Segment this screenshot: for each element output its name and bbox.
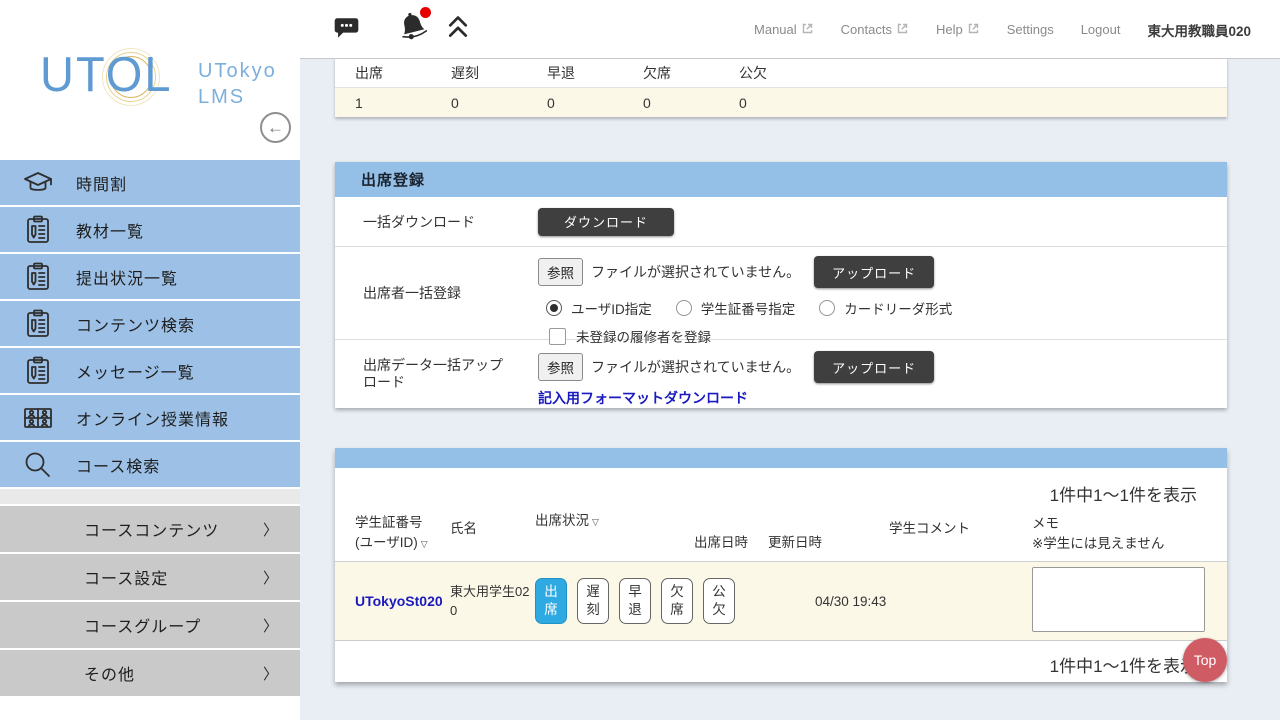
graduation-cap-icon: [0, 167, 76, 199]
column-header-student-id[interactable]: 学生証番号 (ユーザID)▽: [355, 513, 428, 554]
sidebar: UTOL UTokyo LMS ← 時間割 教材一覧 提出状況一覧 コンテンツ検…: [0, 0, 300, 720]
people-grid-icon: [0, 402, 76, 434]
result-count-text: 1件中1〜1件を表示: [1050, 481, 1197, 506]
summary-col-header: 公欠: [739, 63, 835, 83]
double-chevron-up-icon[interactable]: [446, 14, 470, 45]
download-button[interactable]: ダウンロード: [538, 208, 674, 236]
top-bar: Manual Contacts Help Settings Logout 東大用…: [300, 0, 1280, 59]
table-row: UTokyoSt020 東大用学生020 出席 遅刻 早退 欠席 公欠 04/3…: [335, 562, 1227, 640]
clipboard-icon: [0, 261, 76, 293]
summary-value: 1: [355, 95, 451, 111]
radio-button-icon: [546, 300, 562, 316]
clipboard-icon: [0, 355, 76, 387]
status-btn-2[interactable]: 早退: [619, 578, 651, 624]
clipboard-icon: [0, 214, 76, 246]
chevron-right-icon: 〉: [263, 663, 278, 684]
upload-button[interactable]: アップロード: [814, 256, 934, 288]
sidebar-divider: [0, 489, 300, 506]
status-button-group: 出席 遅刻 早退 欠席 公欠: [535, 578, 735, 624]
sidebar-item-course-contents[interactable]: コースコンテンツ 〉: [0, 506, 300, 554]
no-file-selected-text: ファイルが選択されていません。: [591, 262, 800, 282]
sidebar-item-materials[interactable]: 教材一覧: [0, 207, 300, 254]
sidebar-item-content-search[interactable]: コンテンツ検索: [0, 301, 300, 348]
format-download-link[interactable]: 記入用フォーマットダウンロード: [538, 388, 748, 408]
sort-icon: ▽: [592, 517, 599, 527]
table-title-bar: [335, 448, 1227, 468]
status-btn-1[interactable]: 遅刻: [577, 578, 609, 624]
sidebar-item-course-group[interactable]: コースグループ 〉: [0, 602, 300, 650]
back-arrow-icon: ←: [267, 118, 284, 138]
column-header-name: 氏名: [450, 519, 477, 539]
no-file-selected-text: ファイルが選択されていません。: [591, 357, 800, 377]
browse-button[interactable]: 参照: [538, 258, 583, 286]
radio-1[interactable]: 学生証番号指定: [676, 298, 796, 318]
search-icon: [0, 449, 76, 481]
utol-logo: UTOL: [40, 45, 173, 103]
upload-button[interactable]: アップロード: [814, 351, 934, 383]
attendee-bulk-register-label: 出席者一括登録: [335, 247, 538, 339]
chevron-right-icon: 〉: [263, 519, 278, 540]
summary-col-header: 欠席: [643, 63, 739, 83]
sidebar-item-others[interactable]: その他 〉: [0, 650, 300, 698]
radio-button-icon: [819, 300, 835, 316]
settings-link[interactable]: Settings: [1007, 22, 1054, 37]
summary-col-header: 出席: [355, 63, 451, 83]
sidebar-item-timetable[interactable]: 時間割: [0, 160, 300, 207]
sidebar-collapse-button[interactable]: ←: [260, 112, 291, 143]
result-count-text-bottom: 1件中1〜1件を表示: [1050, 652, 1197, 677]
clipboard-icon: [0, 308, 76, 340]
column-header-updated-time: 更新日時: [768, 533, 822, 553]
panel-title: 出席登録: [335, 162, 1227, 197]
logout-link[interactable]: Logout: [1081, 22, 1121, 37]
contacts-link[interactable]: Contacts: [841, 22, 909, 38]
sidebar-item-messages[interactable]: メッセージ一覧: [0, 348, 300, 395]
summary-col-header: 早退: [547, 63, 643, 83]
attendance-registration-panel: 出席登録 一括ダウンロード ダウンロード 出席者一括登録 参照 ファイルが選択さ…: [335, 162, 1227, 408]
utol-logo-subtitle: UTokyo LMS: [198, 58, 277, 110]
external-link-icon: [967, 22, 980, 38]
status-btn-0[interactable]: 出席: [535, 578, 567, 624]
attendance-summary-table: 出席 遅刻 早退 欠席 公欠 1 0 0 0 0: [335, 57, 1227, 117]
student-attendance-table: 1件中1〜1件を表示 学生証番号 (ユーザID)▽ 氏名 出席状況▽ 出席日時 …: [335, 448, 1227, 682]
column-header-student-comment: 学生コメント: [889, 519, 970, 539]
summary-col-header: 遅刻: [451, 63, 547, 83]
summary-value: 0: [739, 95, 835, 111]
student-id-link[interactable]: UTokyoSt020: [355, 593, 443, 609]
student-name: 東大用学生020: [450, 583, 534, 621]
manual-link[interactable]: Manual: [754, 22, 814, 38]
notification-dot: [420, 7, 431, 18]
scroll-to-top-button[interactable]: Top: [1183, 638, 1227, 682]
summary-value: 0: [643, 95, 739, 111]
bulk-download-label: 一括ダウンロード: [335, 212, 538, 232]
summary-value: 0: [451, 95, 547, 111]
sidebar-item-course-settings[interactable]: コース設定 〉: [0, 554, 300, 602]
status-btn-4[interactable]: 公欠: [703, 578, 735, 624]
notifications-bell-icon[interactable]: [396, 10, 430, 49]
attendance-timestamp: 04/30 19:43: [815, 594, 886, 609]
external-link-icon: [896, 22, 909, 38]
radio-0[interactable]: ユーザID指定: [546, 298, 652, 318]
status-btn-3[interactable]: 欠席: [661, 578, 693, 624]
memo-textarea[interactable]: [1032, 567, 1205, 632]
chevron-right-icon: 〉: [263, 567, 278, 588]
chat-icon[interactable]: [333, 14, 360, 46]
external-link-icon: [801, 22, 814, 38]
radio-2[interactable]: カードリーダ形式: [819, 298, 952, 318]
help-link[interactable]: Help: [936, 22, 980, 38]
attendance-data-upload-label: 出席データ一括アップロード: [335, 340, 538, 408]
column-header-status[interactable]: 出席状況▽: [535, 511, 599, 531]
column-header-memo: メモ ※学生には見えません: [1032, 514, 1164, 555]
sidebar-item-course-search[interactable]: コース検索: [0, 442, 300, 489]
sort-icon: ▽: [421, 539, 428, 549]
chevron-right-icon: 〉: [263, 615, 278, 636]
column-header-attendance-time: 出席日時: [694, 533, 748, 553]
sidebar-item-submission-status[interactable]: 提出状況一覧: [0, 254, 300, 301]
summary-value: 0: [547, 95, 643, 111]
radio-button-icon: [676, 300, 692, 316]
sidebar-item-online-class-info[interactable]: オンライン授業情報: [0, 395, 300, 442]
browse-button[interactable]: 参照: [538, 353, 583, 381]
current-user-name: 東大用教職員020: [1147, 20, 1251, 40]
logo-area: UTOL UTokyo LMS ←: [0, 0, 300, 160]
